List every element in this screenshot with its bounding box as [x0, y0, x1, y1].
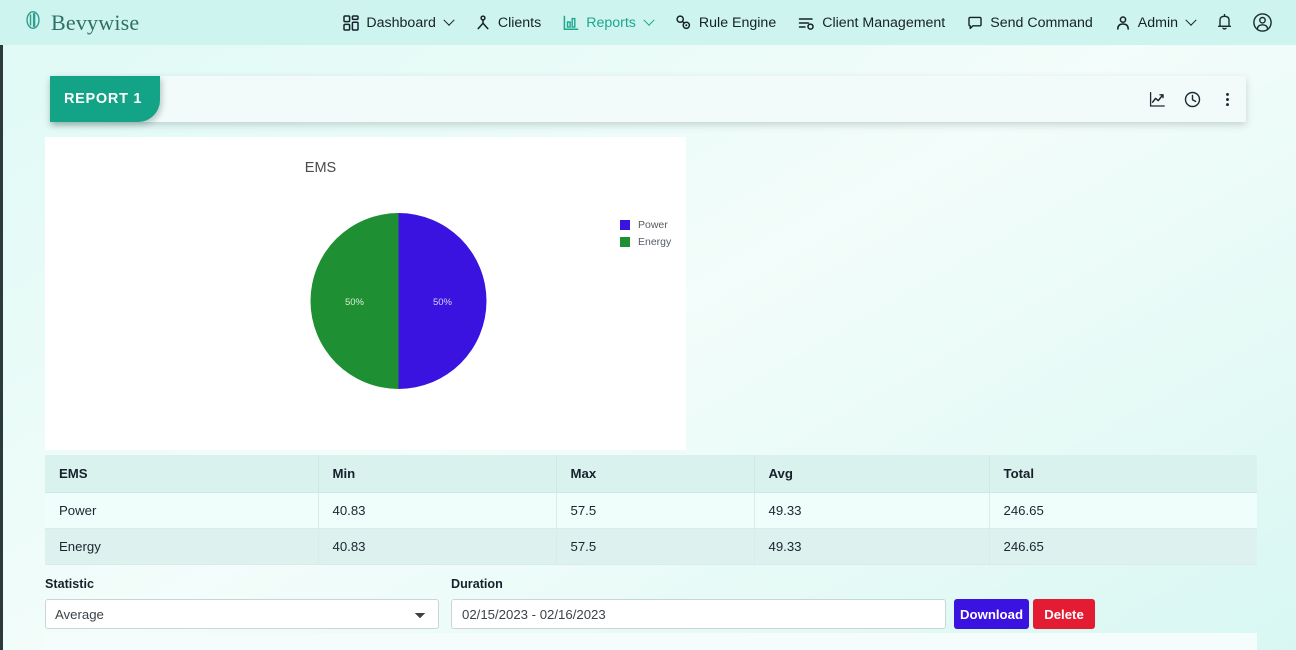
column-header-ems[interactable]: EMS	[45, 455, 319, 493]
page-left-edge	[0, 45, 3, 650]
nav-item-label: Rule Engine	[698, 14, 777, 31]
report-card-header: REPORT 1	[50, 76, 1246, 122]
statistic-select[interactable]: AverageMinimumMaximumTotal	[45, 599, 439, 629]
line-chart-icon[interactable]	[1146, 88, 1168, 110]
cell-min: 40.83	[318, 492, 557, 529]
table-header-row: EMS Min Max Avg Total	[45, 455, 1257, 493]
bar-chart-icon	[563, 15, 579, 31]
duration-label: Duration	[451, 577, 503, 591]
column-header-max[interactable]: Max	[556, 455, 755, 493]
pie-chart: 50% 50%	[310, 213, 487, 389]
user-account-icon[interactable]	[1243, 0, 1282, 45]
nav-items: Dashboard Clients Reports Rule Engine Cl…	[332, 0, 1282, 45]
pie-label-power: 50%	[433, 297, 453, 308]
nav-item-dashboard[interactable]: Dashboard	[332, 0, 463, 45]
cell-ems: Power	[45, 492, 319, 529]
report-card-actions	[1146, 76, 1238, 122]
legend-swatch-power	[620, 220, 630, 230]
nav-item-label: Reports	[586, 14, 636, 31]
legend-swatch-energy	[620, 237, 630, 247]
legend-label-energy: Energy	[638, 236, 672, 248]
grid-dashboard-icon	[343, 14, 360, 31]
cell-max: 57.5	[556, 528, 755, 565]
clock-icon[interactable]	[1181, 88, 1203, 110]
legend-item-energy[interactable]: Energy	[620, 236, 671, 248]
report-controls: Statistic AverageMinimumMaximumTotal Dur…	[45, 566, 1257, 650]
nav-item-client-management[interactable]: Client Management	[787, 0, 956, 45]
nav-item-label: Admin	[1137, 14, 1178, 31]
report-tab[interactable]: REPORT 1	[50, 76, 160, 122]
person-icon	[1115, 15, 1131, 31]
cell-avg: 49.33	[754, 492, 990, 529]
brand-logo-text: Bevywise	[51, 9, 140, 35]
nav-item-admin[interactable]: Admin	[1104, 0, 1206, 45]
download-button[interactable]: Download	[954, 599, 1029, 629]
bevywise-logo-icon	[22, 9, 44, 36]
duration-input[interactable]	[451, 599, 946, 629]
cell-total: 246.65	[989, 492, 1257, 529]
chart-panel: EMS 50% 50% Power Energy	[45, 137, 686, 450]
clients-node-icon	[475, 14, 491, 31]
nav-item-label: Client Management	[822, 14, 946, 31]
nav-item-send-command[interactable]: Send Command	[956, 0, 1104, 45]
pie-label-energy: 50%	[345, 297, 365, 308]
column-header-total[interactable]: Total	[989, 455, 1257, 493]
chat-bubble-icon	[967, 15, 983, 31]
more-vertical-icon[interactable]	[1216, 88, 1238, 110]
cell-max: 57.5	[556, 492, 755, 529]
nav-item-label: Send Command	[990, 14, 1093, 31]
notifications-bell-icon[interactable]	[1206, 0, 1243, 45]
nav-item-reports[interactable]: Reports	[552, 0, 664, 45]
legend-label-power: Power	[638, 219, 668, 231]
nav-item-label: Dashboard	[366, 14, 436, 31]
table-row[interactable]: Energy 40.83 57.5 49.33 246.65	[45, 528, 1257, 565]
cell-avg: 49.33	[754, 528, 990, 565]
statistics-table: EMS Min Max Avg Total Power 40.83 57.5 4…	[45, 455, 1257, 565]
rule-engine-icon	[675, 14, 692, 31]
chart-legend: Power Energy	[620, 219, 671, 248]
chevron-down-icon	[443, 14, 455, 26]
top-navbar: Bevywise Dashboard Clients Reports Rule …	[0, 0, 1296, 45]
chevron-down-icon	[1185, 14, 1197, 26]
sliders-icon	[798, 15, 815, 31]
report-tab-label: REPORT 1	[64, 91, 143, 107]
cell-total: 246.65	[989, 528, 1257, 565]
statistic-label: Statistic	[45, 577, 94, 591]
nav-item-clients[interactable]: Clients	[464, 0, 552, 45]
cell-ems: Energy	[45, 528, 319, 565]
delete-button[interactable]: Delete	[1033, 599, 1095, 629]
legend-item-power[interactable]: Power	[620, 219, 671, 231]
cell-min: 40.83	[318, 528, 557, 565]
column-header-avg[interactable]: Avg	[754, 455, 990, 493]
nav-item-rule-engine[interactable]: Rule Engine	[664, 0, 787, 45]
table-row[interactable]: Power 40.83 57.5 49.33 246.65	[45, 492, 1257, 529]
chevron-down-icon	[643, 14, 655, 26]
column-header-min[interactable]: Min	[318, 455, 557, 493]
nav-item-label: Clients	[497, 14, 542, 31]
brand-logo[interactable]: Bevywise	[22, 9, 139, 36]
